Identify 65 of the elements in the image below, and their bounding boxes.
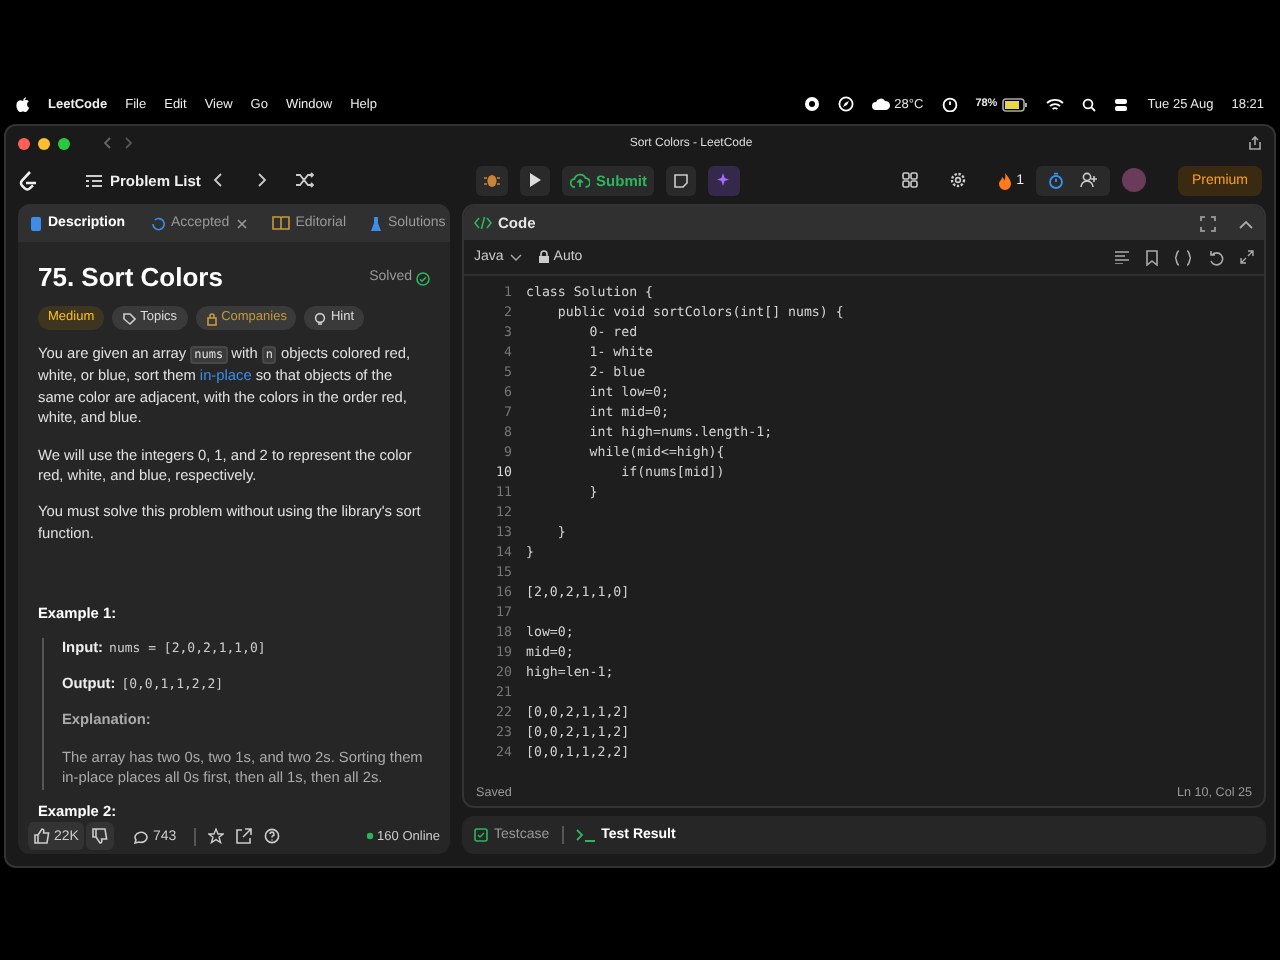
cloud-upload-icon — [570, 172, 591, 188]
run-button[interactable] — [520, 165, 551, 195]
timer-icon — [941, 96, 958, 112]
reset-icon — [1208, 249, 1224, 265]
search-icon — [1081, 97, 1096, 111]
check-circle-icon — [416, 271, 430, 285]
code-icon — [474, 216, 492, 230]
timer-button[interactable] — [1035, 165, 1110, 195]
star-icon — [208, 828, 225, 844]
help-icon — [264, 828, 281, 844]
braces-icon — [1174, 249, 1192, 265]
wifi-icon — [1045, 97, 1064, 111]
comment-icon — [132, 829, 149, 843]
notes-button[interactable] — [666, 165, 697, 195]
terminal-icon — [575, 828, 596, 842]
lightbulb-icon — [314, 311, 327, 325]
close-icon — [235, 217, 248, 229]
shuffle-icon — [296, 172, 315, 188]
tag-icon — [122, 311, 137, 325]
thumbs-up-icon — [34, 828, 50, 844]
stopwatch-icon — [1047, 171, 1064, 189]
layout-grid-icon — [902, 172, 919, 188]
format-icon — [1114, 250, 1130, 264]
back-icon — [102, 136, 114, 150]
problem-title: 75. Sort Colors — [38, 262, 223, 294]
lock-icon — [205, 311, 218, 325]
cloud-icon — [872, 98, 891, 110]
sparkle-icon — [716, 172, 733, 188]
control-center-icon — [1113, 97, 1130, 111]
caret-icon — [509, 253, 522, 261]
debug-button[interactable] — [476, 165, 509, 195]
flask-icon — [370, 215, 382, 231]
bookmark-icon — [1146, 249, 1158, 265]
online-dot-icon — [365, 832, 374, 840]
record-icon — [804, 96, 821, 112]
close-window-button[interactable] — [18, 137, 30, 149]
flame-icon — [998, 171, 1013, 189]
book-icon — [271, 216, 290, 230]
bug-icon — [484, 172, 501, 188]
expand-icon — [1240, 250, 1254, 264]
previous-icon — [212, 172, 225, 188]
lock-icon — [537, 250, 550, 264]
forward-icon — [122, 136, 134, 150]
minimize-window-button[interactable] — [38, 137, 50, 149]
list-icon — [86, 173, 102, 187]
add-user-icon — [1079, 172, 1098, 188]
apple-icon — [16, 96, 30, 112]
external-link-icon — [236, 828, 253, 844]
leetcode-logo-icon — [18, 169, 38, 191]
share-icon — [1248, 136, 1262, 150]
settings-icon — [950, 172, 967, 188]
ai-assistant-button[interactable] — [708, 165, 741, 195]
compass-icon — [838, 96, 855, 112]
history-icon — [149, 215, 166, 231]
next-icon — [256, 172, 269, 188]
dislike-button[interactable] — [86, 822, 115, 850]
thumbs-down-icon — [92, 828, 109, 844]
checkbox-icon — [474, 828, 488, 842]
collapse-icon — [1238, 217, 1254, 229]
zoom-window-button[interactable] — [58, 137, 70, 149]
play-icon — [528, 172, 543, 188]
fullscreen-icon — [1200, 215, 1216, 231]
battery-icon — [1001, 97, 1028, 111]
document-icon — [30, 215, 42, 231]
note-icon — [674, 173, 689, 187]
